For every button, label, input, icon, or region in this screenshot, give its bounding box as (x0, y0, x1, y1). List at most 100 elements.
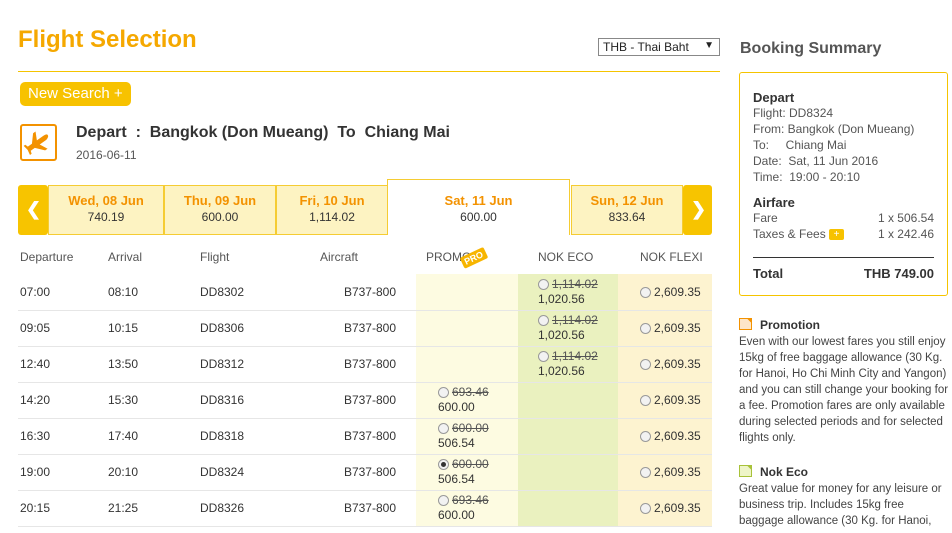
summary-flight: Flight: DD8324 (753, 106, 834, 120)
total-value: THB 749.00 (863, 266, 934, 281)
promotion-info-text: Even with our lowest fares you still enj… (739, 336, 949, 444)
promo-fare-radio[interactable] (438, 459, 449, 471)
eco-price: 1,020.56 (538, 291, 585, 306)
promo-cell: 693.46 600.00 (416, 490, 518, 527)
flexi-price: 2,609.35 (654, 357, 701, 371)
arrival-time: 08:10 (108, 274, 200, 311)
eco-cell (518, 418, 618, 455)
table-row: 14:20 15:30 DD8316 B737-800 693.46 600.00 2,60… (18, 382, 712, 419)
flexi-fare-radio[interactable] (640, 359, 651, 371)
departure-time: 12:40 (18, 346, 108, 383)
new-search-button[interactable]: New Search + (20, 82, 131, 106)
date-tab[interactable]: Fri, 10 Jun 1,114.02 (276, 185, 388, 235)
eco-old-price: 1,114.02 (552, 349, 598, 363)
departure-time: 14:20 (18, 382, 108, 419)
departure-time: 07:00 (18, 274, 108, 311)
nok-eco-info: Nok Eco Great value for money for any le… (739, 465, 951, 529)
page-title: Flight Selection (18, 26, 197, 53)
promo-price: 506.54 (438, 472, 475, 486)
taxes-value: 1 x 242.46 (877, 227, 934, 241)
date-tab[interactable]: Thu, 09 Jun 600.00 (164, 185, 276, 235)
eco-fare-radio[interactable] (538, 315, 549, 327)
departure-time: 20:15 (18, 490, 108, 527)
promo-old-price: 693.46 (452, 493, 489, 507)
promo-fare-radio[interactable] (438, 495, 449, 507)
flexi-price: 2,609.35 (654, 501, 701, 515)
expand-taxes-icon[interactable]: + (829, 229, 845, 241)
flexi-fare-radio[interactable] (640, 287, 651, 299)
aircraft-type: B737-800 (320, 454, 416, 491)
flexi-cell: 2,609.35 (618, 346, 712, 383)
nok-eco-info-title: Nok Eco (739, 465, 951, 479)
promo-old-price: 600.00 (452, 421, 489, 435)
booking-summary-panel: Depart Flight: DD8324 From: Bangkok (Don… (739, 72, 948, 296)
summary-time: Time: 19:00 - 20:10 (753, 170, 860, 184)
flights-table: Departure Arrival Flight Aircraft PROMOP… (18, 240, 712, 527)
table-row: 12:40 13:50 DD8312 B737-800 1,114.02 1,020.56… (18, 346, 712, 383)
flexi-cell: 2,609.35 (618, 382, 712, 419)
date-tab-day: Sun, 12 Jun (590, 193, 664, 208)
date-tab-price: 833.64 (608, 210, 646, 224)
col-aircraft: Aircraft (320, 240, 416, 274)
summary-taxes-row: Taxes & Fees + 1 x 242.46 (753, 226, 934, 242)
eco-cell (518, 454, 618, 491)
route-title: Depart : Bangkok (Don Mueang) To Chiang … (76, 124, 450, 141)
flight-number: DD8302 (200, 274, 320, 311)
date-tab-day: Fri, 10 Jun (299, 193, 365, 208)
table-row: 16:30 17:40 DD8318 B737-800 600.00 506.54 2,60… (18, 418, 712, 455)
departure-time: 16:30 (18, 418, 108, 455)
chevron-left-icon: ❮ (26, 199, 42, 219)
date-tab[interactable]: Wed, 08 Jun 740.19 (48, 185, 164, 235)
date-tab-selected[interactable]: Sat, 11 Jun 600.00 (387, 179, 570, 235)
flexi-fare-radio[interactable] (640, 395, 651, 407)
currency-select[interactable]: THB - Thai Baht ▼ (598, 38, 720, 56)
eco-cell (518, 490, 618, 527)
eco-price: 1,020.56 (538, 328, 585, 342)
date-tab[interactable]: Sun, 12 Jun 833.64 (571, 185, 683, 235)
eco-fare-radio[interactable] (538, 279, 549, 291)
col-flight: Flight (200, 240, 320, 274)
next-dates-button[interactable]: ❯ (683, 185, 712, 235)
flight-number: DD8316 (200, 382, 320, 419)
aircraft-type: B737-800 (320, 274, 416, 311)
promo-fare-radio[interactable] (438, 387, 449, 399)
eco-fare-radio[interactable] (538, 351, 549, 363)
promo-cell: 693.46 600.00 (416, 382, 518, 419)
arrival-time: 15:30 (108, 382, 200, 419)
summary-depart-heading: Depart (753, 90, 795, 105)
col-nok-flexi: NOK FLEXI (618, 240, 712, 274)
arrival-time: 21:25 (108, 490, 200, 527)
aircraft-type: B737-800 (320, 310, 416, 347)
aircraft-type: B737-800 (320, 346, 416, 383)
currency-value: THB - Thai Baht (603, 40, 689, 54)
arrival-time: 13:50 (108, 346, 200, 383)
summary-from: From: Bangkok (Don Mueang) (753, 122, 915, 136)
prev-dates-button[interactable]: ❮ (18, 185, 48, 235)
flexi-fare-radio[interactable] (640, 431, 651, 443)
summary-airfare-heading: Airfare (753, 195, 795, 210)
eco-cell: 1,114.02 1,020.56 (518, 274, 618, 311)
col-departure: Departure (18, 240, 108, 274)
summary-fare-row: Fare 1 x 506.54 (753, 210, 934, 226)
flexi-cell: 2,609.35 (618, 490, 712, 527)
eco-cell (518, 382, 618, 419)
date-tab-day: Wed, 08 Jun (68, 193, 144, 208)
promo-price: 600.00 (438, 400, 475, 414)
flexi-fare-radio[interactable] (640, 467, 651, 479)
promo-cell (416, 274, 518, 311)
table-header-row: Departure Arrival Flight Aircraft PROMOP… (18, 240, 712, 274)
flexi-cell: 2,609.35 (618, 418, 712, 455)
promo-fare-radio[interactable] (438, 423, 449, 435)
date-tab-price: 1,114.02 (309, 210, 355, 224)
flexi-fare-radio[interactable] (640, 323, 651, 335)
date-tab-price: 600.00 (201, 210, 239, 224)
departure-time: 09:05 (18, 310, 108, 347)
promo-legend-icon (739, 318, 752, 330)
arrival-time: 17:40 (108, 418, 200, 455)
departure-time: 19:00 (18, 454, 108, 491)
flexi-price: 2,609.35 (654, 465, 701, 479)
table-row: 20:15 21:25 DD8326 B737-800 693.46 600.00 2,60… (18, 490, 712, 527)
flexi-fare-radio[interactable] (640, 503, 651, 515)
flight-number: DD8326 (200, 490, 320, 527)
eco-old-price: 1,114.02 (552, 313, 598, 327)
